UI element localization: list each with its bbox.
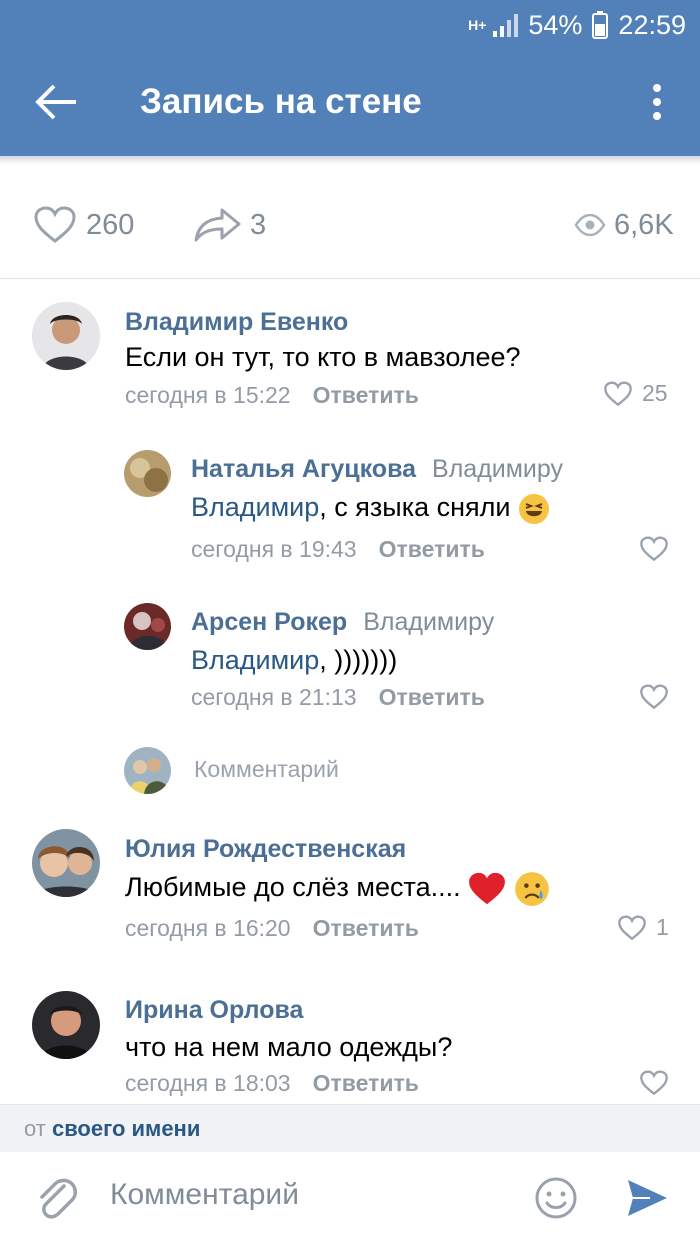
comment-text: Любимые до слёз места.... <box>125 871 550 907</box>
comment-author: Наталья Агуцкова Владимиру <box>191 455 563 484</box>
post-view-count: 6,6K <box>614 208 674 241</box>
comment-author: Арсен Рокер Владимиру <box>191 608 494 637</box>
comment-meta: сегодня в 18:03 Ответить <box>125 1070 419 1097</box>
laughing-emoji-icon <box>519 493 549 524</box>
red-heart-icon <box>469 872 506 905</box>
avatar-photo <box>124 603 171 650</box>
avatar-photo <box>32 829 100 897</box>
reply-button[interactable]: Ответить <box>379 684 485 710</box>
post-as-selector[interactable]: от своего имени <box>0 1104 700 1152</box>
reply-button[interactable]: Ответить <box>313 915 419 941</box>
reply-button[interactable]: Ответить <box>313 1070 419 1096</box>
comment-like-button[interactable] <box>640 1070 668 1096</box>
comment-text: Владимир, с языка сняли <box>191 492 550 525</box>
post-stats: 260 3 6,6K <box>0 190 700 260</box>
avatar[interactable] <box>32 991 100 1059</box>
post-as-identity[interactable]: своего имени <box>52 1116 200 1141</box>
avatar <box>124 747 171 794</box>
post-share-count: 3 <box>250 208 267 241</box>
post-share-button[interactable]: 3 <box>194 190 266 260</box>
mention-link[interactable]: Владимир <box>191 645 319 675</box>
avatar-photo <box>32 991 100 1059</box>
comment-like-count: 25 <box>642 380 668 406</box>
reply-button[interactable]: Ответить <box>313 382 419 408</box>
comment-author[interactable]: Владимир Евенко <box>125 308 348 337</box>
crying-emoji-icon <box>514 872 549 906</box>
avatar[interactable] <box>124 603 171 650</box>
comment-body: , с языка сняли <box>319 492 511 522</box>
back-arrow-icon[interactable] <box>30 80 80 124</box>
eye-icon <box>574 214 606 236</box>
comment-author-name[interactable]: Арсен Рокер <box>191 608 347 636</box>
comment-like-button[interactable] <box>640 684 668 710</box>
comment-composer: Комментарий <box>0 1152 700 1244</box>
comment-meta: сегодня в 15:22 Ответить <box>125 382 419 409</box>
reply-button[interactable]: Ответить <box>379 536 485 562</box>
send-icon[interactable] <box>624 1176 670 1220</box>
avatar-photo <box>32 302 100 370</box>
comment-input[interactable]: Комментарий <box>110 1178 299 1212</box>
network-type: H+ <box>468 17 487 33</box>
avatar[interactable] <box>124 450 171 497</box>
avatar-photo <box>124 450 171 497</box>
comment-author-name[interactable]: Наталья Агуцкова <box>191 455 416 483</box>
comment-like-button[interactable]: 1 <box>618 914 669 941</box>
comment-like-count: 1 <box>656 914 669 940</box>
comment-meta: сегодня в 19:43 Ответить <box>191 536 485 563</box>
avatar[interactable] <box>32 829 100 897</box>
comment-text: Владимир, ))))))) <box>191 645 397 676</box>
smile-icon[interactable] <box>534 1176 578 1220</box>
comment-meta: сегодня в 21:13 Ответить <box>191 684 485 711</box>
more-vertical-icon[interactable] <box>640 80 674 124</box>
comment-time: сегодня в 18:03 <box>125 1070 291 1096</box>
comment-like-button[interactable]: 25 <box>604 380 668 407</box>
comment-author[interactable]: Юлия Рождественская <box>125 835 406 864</box>
heart-icon <box>640 684 668 710</box>
comment-text: Если он тут, то кто в мавзолее? <box>125 342 521 372</box>
comment-body: , ))))))) <box>319 645 398 675</box>
mention-link[interactable]: Владимир <box>191 492 319 522</box>
page-title: Запись на стене <box>140 82 422 121</box>
stats-divider <box>0 278 700 279</box>
comment-time: сегодня в 15:22 <box>125 382 291 408</box>
comment-meta: сегодня в 16:20 Ответить <box>125 915 419 942</box>
thread-comment-input[interactable]: Комментарий <box>194 756 339 783</box>
app-header: H+ 54% 22:59 Запись на стене <box>0 0 700 156</box>
clock: 22:59 <box>618 9 686 40</box>
comment-author[interactable]: Ирина Орлова <box>125 996 303 1025</box>
comment-like-button[interactable] <box>640 536 668 562</box>
reply-to-label: Владимиру <box>432 455 564 483</box>
post-like-button[interactable]: 260 <box>34 190 134 260</box>
comment-time: сегодня в 19:43 <box>191 536 357 562</box>
avatar[interactable] <box>32 302 100 370</box>
heart-icon <box>604 380 632 406</box>
header-shadow <box>0 156 700 164</box>
reply-to-label: Владимиру <box>363 608 495 636</box>
post-as-prefix: от <box>24 1116 46 1141</box>
share-arrow-icon <box>194 208 241 242</box>
battery-icon <box>592 11 609 39</box>
heart-icon <box>640 536 668 562</box>
post-like-count: 260 <box>86 208 135 241</box>
heart-icon <box>34 206 76 243</box>
comment-time: сегодня в 16:20 <box>125 915 291 941</box>
comment-text: что на нем мало одежды? <box>125 1032 453 1062</box>
signal-indicator: H+ <box>468 13 519 37</box>
paperclip-icon[interactable] <box>34 1176 78 1222</box>
status-bar: H+ 54% 22:59 <box>468 8 686 42</box>
comment-time: сегодня в 21:13 <box>191 684 357 710</box>
signal-icon <box>493 14 519 37</box>
heart-icon <box>640 1070 668 1096</box>
avatar-photo <box>124 747 171 794</box>
heart-icon <box>618 914 646 940</box>
post-views: 6,6K <box>574 190 674 260</box>
comment-body: Любимые до слёз места.... <box>125 872 461 903</box>
battery-percent: 54% <box>528 9 583 40</box>
